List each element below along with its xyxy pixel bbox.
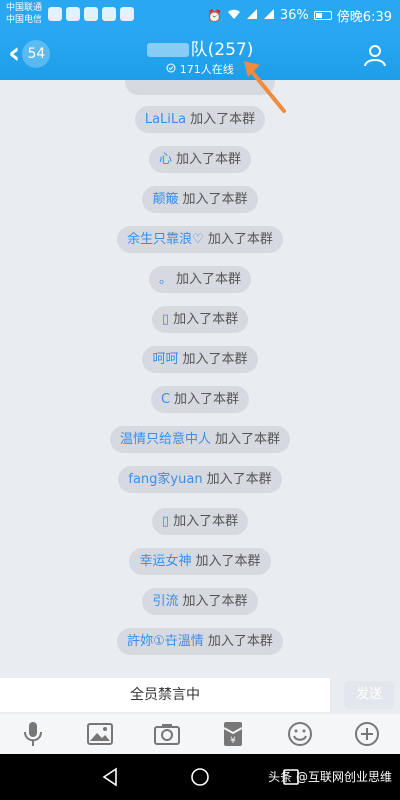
system-message-partial [0, 80, 400, 99]
member-name[interactable]: 。 [159, 272, 172, 287]
battery-icon [313, 11, 332, 20]
system-message: 許妳①卋溫情 加入了本群 [0, 628, 400, 655]
carrier-labels: 中国联通 中国电信 [6, 2, 42, 26]
watermark: 头条 @互联网创业思维 [268, 770, 392, 784]
check-circle-icon [166, 63, 180, 76]
system-message: 。加入了本群 [0, 266, 400, 293]
battery-percent: 36% [279, 8, 309, 23]
message-list[interactable]: LaLiLa 加入了本群 心加入了本群 颠簸 加入了本群 余生只靠浪♡ 加入了本群 。… [0, 80, 400, 678]
plus-icon[interactable] [353, 720, 381, 748]
nav-back-icon[interactable] [100, 767, 120, 791]
member-name[interactable]: 引流 [152, 594, 178, 609]
system-message: ▯ 加入了本群 [0, 508, 400, 535]
nav-home-icon[interactable] [190, 767, 210, 791]
notification-app-icon [48, 7, 62, 21]
carrier-2: 中国电信 [6, 15, 43, 25]
member-name[interactable]: ▯ [162, 312, 169, 327]
system-message: 余生只靠浪♡ 加入了本群 [0, 226, 400, 253]
member-name[interactable]: 許妳①卋溫情 [127, 634, 204, 649]
wifi-icon [227, 8, 241, 23]
red-packet-icon[interactable]: ¥ [219, 720, 247, 748]
system-message: 温情只给意中人 加入了本群 [0, 426, 400, 453]
status-bar: 中国联通 中国电信 ⏰ 36% 傍晚6:39 [0, 0, 400, 30]
notification-app-icon [66, 7, 80, 21]
join-text: 加入了本群 [182, 192, 248, 207]
member-name[interactable]: 心 [159, 152, 172, 167]
unread-badge: 54 [22, 40, 51, 68]
back-button[interactable]: ‹ 54 [8, 36, 51, 71]
muted-input-field[interactable]: 全员禁言中 [0, 678, 330, 712]
system-message: 幸运女神 加入了本群 [0, 548, 400, 575]
input-bar: 全员禁言中 发送 [0, 678, 400, 714]
system-message: 呵呵 加入了本群 [0, 346, 400, 373]
online-count: 171人在线 [179, 63, 234, 76]
signal-icon [263, 8, 275, 23]
clock: 傍晚6:39 [336, 10, 392, 25]
chevron-left-icon: ‹ [8, 36, 21, 71]
emoji-icon[interactable] [286, 720, 314, 748]
notification-icons [48, 7, 134, 21]
chat-toolbar: ¥ [0, 714, 400, 754]
mic-icon[interactable] [19, 720, 47, 748]
join-text: 加入了本群 [207, 232, 273, 247]
redacted-name [146, 43, 189, 57]
system-message: LaLiLa 加入了本群 [0, 106, 400, 133]
join-text: 加入了本群 [195, 554, 261, 569]
system-message: 引流 加入了本群 [0, 588, 400, 615]
annotation-arrow-icon [244, 61, 286, 113]
notification-app-icon [84, 7, 98, 21]
system-message: C 加入了本群 [0, 386, 400, 413]
member-name[interactable]: 余生只靠浪♡ [127, 232, 204, 247]
member-name[interactable]: 呵呵 [152, 352, 178, 367]
notification-app-icon [120, 7, 134, 21]
system-message: fang家yuan 加入了本群 [0, 466, 400, 493]
join-text: 加入了本群 [207, 634, 273, 649]
group-profile-icon[interactable] [362, 42, 388, 68]
join-text: 加入了本群 [173, 514, 239, 529]
camera-icon[interactable] [153, 720, 181, 748]
chat-header: ‹ 54 队(257) 171人在线 [0, 30, 400, 80]
status-right: ⏰ 36% 傍晚6:39 [207, 6, 392, 25]
alarm-icon: ⏰ [206, 8, 222, 23]
carrier-1: 中国联通 [6, 3, 43, 13]
member-name[interactable]: LaLiLa [145, 112, 186, 127]
system-message: 颠簸 加入了本群 [0, 186, 400, 213]
send-button[interactable]: 发送 [344, 681, 394, 709]
system-message: 心加入了本群 [0, 146, 400, 173]
join-text: 加入了本群 [182, 594, 248, 609]
join-text: 加入了本群 [176, 152, 242, 167]
image-icon[interactable] [86, 720, 114, 748]
signal-icon [246, 8, 258, 23]
member-name[interactable]: C [161, 392, 170, 407]
member-name[interactable]: 颠簸 [152, 192, 178, 207]
join-text: 加入了本群 [176, 272, 242, 287]
join-text: 加入了本群 [206, 472, 272, 487]
member-name[interactable]: 幸运女神 [139, 554, 191, 569]
join-text: 加入了本群 [174, 392, 240, 407]
notification-app-icon [102, 7, 116, 21]
system-message: ▯ 加入了本群 [0, 306, 400, 333]
member-name[interactable]: ▯ [162, 514, 169, 529]
join-text: 加入了本群 [182, 352, 248, 367]
member-name[interactable]: 温情只给意中人 [120, 432, 211, 447]
system-nav-bar: 头条 @互联网创业思维 [0, 754, 400, 800]
member-name[interactable]: fang家yuan [128, 472, 202, 487]
svg-text:¥: ¥ [230, 736, 236, 746]
join-text: 加入了本群 [173, 312, 239, 327]
join-text: 加入了本群 [215, 432, 281, 447]
